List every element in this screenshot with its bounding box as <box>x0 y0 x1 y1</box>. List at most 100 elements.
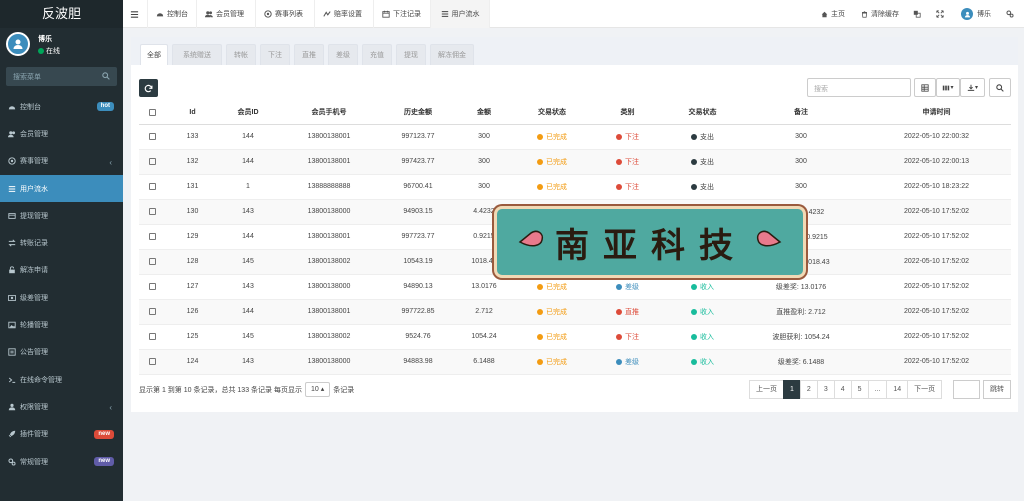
page-button[interactable]: 2 <box>799 380 818 399</box>
row-checkbox-cell[interactable] <box>139 199 165 225</box>
page-size-select[interactable]: 10 ▴ <box>304 382 331 397</box>
tab-user-flow[interactable]: 用户流水 <box>431 0 489 28</box>
table-search-input[interactable]: 搜索 <box>807 78 911 97</box>
column-header[interactable]: 历史金额 <box>382 101 454 125</box>
filter-tab[interactable]: 差级 <box>328 44 358 65</box>
page-button[interactable]: 4 <box>833 380 852 399</box>
page-button[interactable]: 14 <box>886 380 909 399</box>
sidebar-item[interactable]: 权限管理 ‹ <box>0 393 123 420</box>
cell-member-id: 144 <box>220 124 276 150</box>
tab-matches[interactable]: 赛事列表 <box>264 0 303 28</box>
table-row[interactable]: 124 143 13800138000 94883.98 6.1488 已完成 差级 收入 级差… <box>139 349 1011 375</box>
row-checkbox-cell[interactable] <box>139 224 165 250</box>
cell-id: 130 <box>165 199 220 225</box>
filter-tab[interactable]: 直推 <box>294 44 324 65</box>
sidebar-item[interactable]: 常规管理 new <box>0 448 123 475</box>
sidebar-item[interactable]: 级差管理 <box>0 284 123 311</box>
column-header[interactable]: Id <box>165 101 220 125</box>
tab-dashboard[interactable]: 控制台 <box>156 0 188 28</box>
filter-tab[interactable]: 充值 <box>362 44 392 65</box>
column-header[interactable]: 会员手机号 <box>276 101 382 125</box>
sidebar-item[interactable]: 转账记录 <box>0 229 123 256</box>
fullscreen-icon <box>936 10 944 18</box>
filter-tab[interactable]: 下注 <box>260 44 290 65</box>
row-checkbox-cell[interactable] <box>139 174 165 200</box>
next-page-button[interactable]: 下一页 <box>907 380 943 399</box>
column-header[interactable]: 类别 <box>590 101 665 125</box>
row-checkbox-cell[interactable] <box>139 324 165 350</box>
checkbox[interactable] <box>148 182 156 190</box>
user-menu[interactable]: 博乐 <box>961 0 991 28</box>
page-button[interactable]: 1 <box>783 380 801 399</box>
prev-page-button[interactable]: 上一页 <box>749 380 784 399</box>
refresh-button[interactable] <box>139 79 158 97</box>
table-row[interactable]: 126 144 13800138001 997722.85 2.712 已完成 直推 收入 直推… <box>139 299 1011 325</box>
sidebar-item[interactable]: 公告管理 <box>0 339 123 366</box>
column-header[interactable]: 备注 <box>740 101 862 125</box>
columns-button[interactable]: ▾ <box>936 78 960 97</box>
search-icon[interactable] <box>102 72 110 80</box>
export-button[interactable]: ▾ <box>960 78 985 97</box>
fullscreen-button[interactable] <box>936 0 947 28</box>
row-checkbox-cell[interactable] <box>139 149 165 175</box>
column-header[interactable]: 交易状态 <box>514 101 590 125</box>
row-checkbox-cell[interactable] <box>139 299 165 325</box>
settings-button[interactable] <box>1006 0 1017 28</box>
page-button[interactable]: 3 <box>816 380 835 399</box>
table-row[interactable]: 125 145 13800138002 9524.76 1054.24 已完成 下注 收入 波胆… <box>139 324 1011 350</box>
sidebar-item[interactable]: 轮播管理 <box>0 311 123 338</box>
sidebar-search-input[interactable]: 搜索菜单 <box>6 67 117 86</box>
jump-button[interactable]: 跳转 <box>983 380 1011 399</box>
sidebar-item[interactable]: 赛事管理 ‹ <box>0 148 123 175</box>
checkbox[interactable] <box>148 132 156 140</box>
toggle-view-button[interactable] <box>914 78 936 97</box>
tab-bets[interactable]: 下注记录 <box>382 0 421 28</box>
advanced-search-button[interactable] <box>989 78 1011 97</box>
page-button[interactable]: 5 <box>850 380 869 399</box>
checkbox[interactable] <box>148 232 156 240</box>
sidebar-item[interactable]: 提现管理 <box>0 202 123 229</box>
checkbox[interactable] <box>148 207 156 215</box>
checkbox[interactable] <box>148 282 156 290</box>
home-link[interactable]: 主页 <box>821 0 845 28</box>
sidebar-item[interactable]: 在线命令管理 <box>0 366 123 393</box>
filter-tab[interactable]: 系统赠送 <box>172 44 222 65</box>
filter-tab[interactable]: 提现 <box>396 44 426 65</box>
tab-members[interactable]: 会员管理 <box>205 0 244 28</box>
table-row[interactable]: 133 144 13800138001 997123.77 300 已完成 下注 支出 300 2… <box>139 124 1011 150</box>
checkbox[interactable] <box>148 108 156 116</box>
cell-amount: 300 <box>454 174 514 200</box>
checkbox[interactable] <box>148 332 156 340</box>
checkbox[interactable] <box>148 257 156 265</box>
page-button[interactable]: ... <box>867 380 888 399</box>
row-checkbox-cell[interactable] <box>139 274 165 300</box>
sidebar-item[interactable]: 解冻申请 <box>0 257 123 284</box>
checkbox[interactable] <box>148 307 156 315</box>
app-logo[interactable]: 反波胆 <box>0 0 123 28</box>
language-button[interactable] <box>913 0 924 28</box>
checkbox[interactable] <box>148 157 156 165</box>
jump-page-input[interactable] <box>953 380 980 399</box>
table-row[interactable]: 131 1 13888888888 96700.41 300 已完成 下注 支出 300 2022… <box>139 174 1011 200</box>
column-header[interactable]: 交易状态 <box>665 101 740 125</box>
row-checkbox-cell[interactable] <box>139 249 165 275</box>
row-checkbox-cell[interactable] <box>139 124 165 150</box>
tab-odds[interactable]: 赔率设置 <box>323 0 362 28</box>
menu-toggle-button[interactable] <box>130 0 142 28</box>
filter-tab[interactable]: 转帐 <box>226 44 256 65</box>
sidebar-item[interactable]: 用户流水 <box>0 174 123 203</box>
filter-tab[interactable]: 解冻佣金 <box>430 44 474 65</box>
checkbox[interactable] <box>148 357 156 365</box>
column-header[interactable]: 会员ID <box>220 101 276 125</box>
select-all-checkbox[interactable] <box>139 101 165 125</box>
filter-tab[interactable]: 全部 <box>140 44 168 65</box>
column-header[interactable]: 申请时间 <box>862 101 1011 125</box>
sidebar-item[interactable]: 控制台 hot <box>0 93 123 120</box>
clear-cache-button[interactable]: 清除缓存 <box>861 0 899 28</box>
table-row[interactable]: 132 144 13800138001 997423.77 300 已完成 下注 支出 300 2… <box>139 149 1011 175</box>
sidebar-item[interactable]: 插件管理 new <box>0 421 123 448</box>
sidebar-item[interactable]: 会员管理 <box>0 120 123 147</box>
column-header[interactable]: 金额 <box>454 101 514 125</box>
row-checkbox-cell[interactable] <box>139 349 165 375</box>
sidebar-item-label: 赛事管理 <box>20 158 48 166</box>
